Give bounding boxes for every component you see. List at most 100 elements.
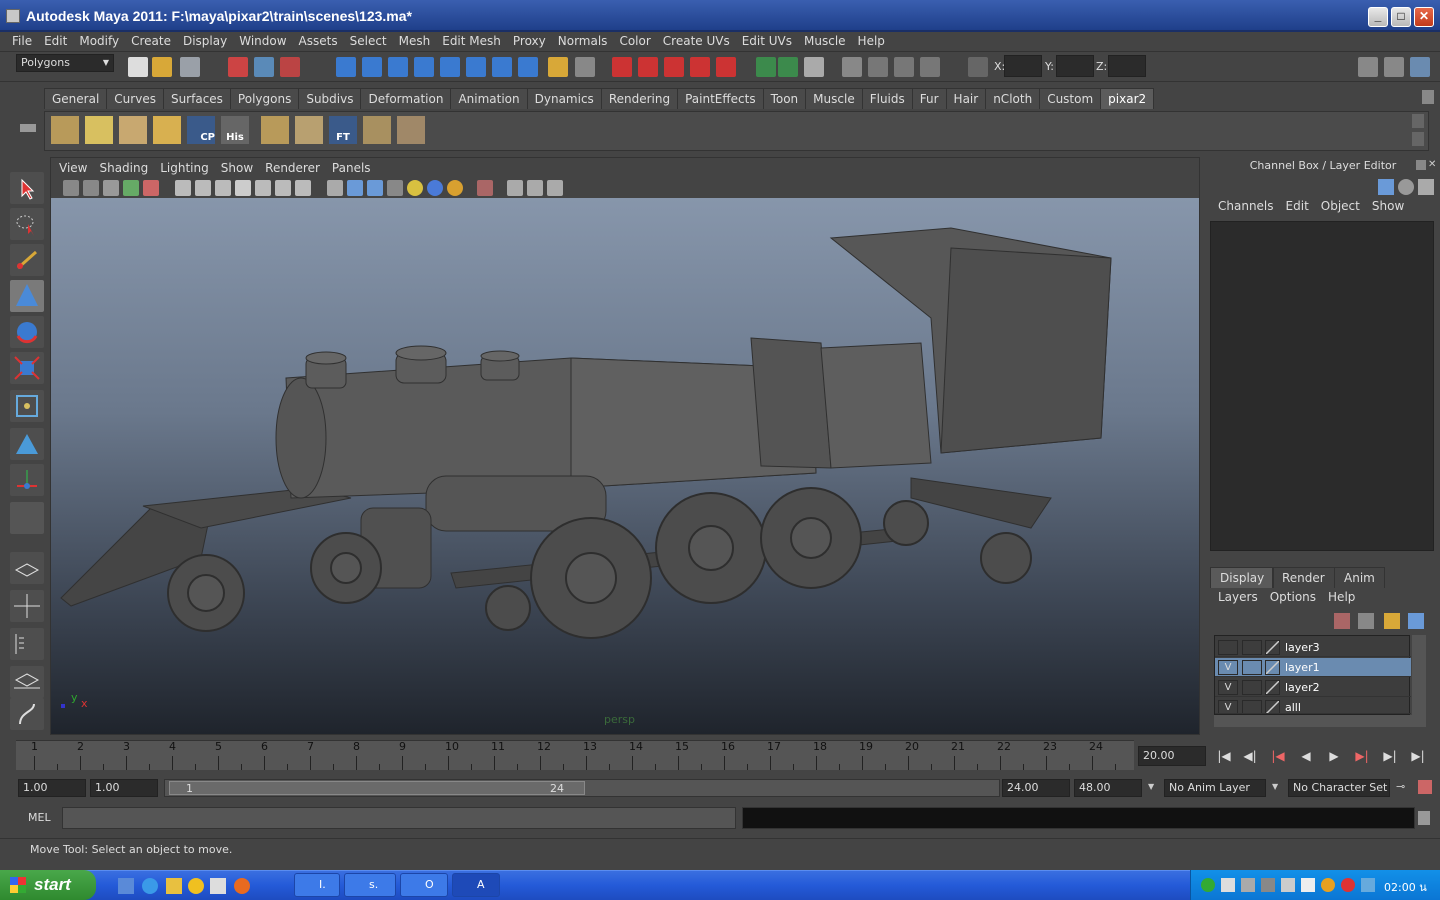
play-forwards-icon[interactable]: ▶ [1324, 749, 1344, 765]
tool-toggle-icon[interactable] [1418, 179, 1434, 195]
animation-start-field[interactable]: 1.00 [18, 779, 86, 797]
lasso-tool-icon[interactable] [10, 208, 44, 240]
3d-viewport[interactable]: y x persp [51, 198, 1199, 734]
resolution-gate-icon[interactable] [215, 180, 231, 196]
float-panel-icon[interactable] [1416, 160, 1426, 170]
menu-create-uvs[interactable]: Create UVs [657, 32, 736, 50]
freeze-transform-icon[interactable]: FT [329, 116, 357, 144]
layer-row[interactable]: V layer1 [1215, 658, 1411, 677]
input-ops-icon[interactable] [756, 57, 776, 77]
mask-curves-icon[interactable] [388, 57, 408, 77]
minimize-button[interactable]: _ [1368, 7, 1388, 27]
tray-app2-icon[interactable] [1241, 878, 1255, 892]
poly-select-icon[interactable] [119, 116, 147, 144]
layer-row[interactable]: layer3 [1215, 638, 1411, 657]
character-set-field[interactable]: No Character Set [1288, 779, 1390, 797]
poly-cube-icon[interactable] [261, 116, 289, 144]
poly-grid-icon[interactable] [85, 116, 113, 144]
x-field[interactable] [1004, 55, 1042, 77]
shelf-tab-muscle[interactable]: Muscle [805, 88, 863, 109]
layer-tab-anim[interactable]: Anim [1334, 567, 1385, 588]
shelf-tab-polygons[interactable]: Polygons [229, 88, 300, 109]
channel-list[interactable] [1210, 221, 1434, 551]
bookmark-icon[interactable] [103, 180, 119, 196]
tray-volume-icon[interactable] [1301, 878, 1315, 892]
high-quality-icon[interactable] [447, 180, 463, 196]
panel-menu-shading[interactable]: Shading [93, 158, 154, 178]
taskbar-clock[interactable]: 02:00 น [1384, 878, 1427, 896]
tool-settings-icon[interactable] [1384, 57, 1404, 77]
panel-menu-panels[interactable]: Panels [326, 158, 377, 178]
render-current-icon[interactable] [868, 57, 888, 77]
menu-normals[interactable]: Normals [552, 32, 614, 50]
field-chart-icon[interactable] [255, 180, 271, 196]
shelf-tab-painteffects[interactable]: PaintEffects [677, 88, 764, 109]
shelf-tab-animation[interactable]: Animation [450, 88, 528, 109]
layer-color-icon[interactable] [1265, 700, 1280, 713]
shelf-tab-curves[interactable]: Curves [106, 88, 164, 109]
snap-point-icon[interactable] [664, 57, 684, 77]
messenger-icon[interactable] [188, 878, 204, 894]
anim-layer-field[interactable]: No Anim Layer [1164, 779, 1266, 797]
taskbar-item-folder[interactable]: s. [344, 873, 396, 897]
shelf-tab-ncloth[interactable]: nCloth [985, 88, 1041, 109]
z-field[interactable] [1108, 55, 1146, 77]
quicklaunch-app-icon[interactable] [210, 878, 226, 894]
step-back-key-icon[interactable]: |◀ [1268, 749, 1288, 765]
backface-culling-icon[interactable] [547, 180, 563, 196]
menu-modify[interactable]: Modify [73, 32, 125, 50]
gate-mask-icon[interactable] [235, 180, 251, 196]
shelf-tab-hair[interactable]: Hair [945, 88, 987, 109]
close-button[interactable]: ✕ [1414, 7, 1434, 27]
select-object-icon[interactable] [254, 57, 274, 77]
panel-menu-view[interactable]: View [53, 158, 93, 178]
center-pivot-icon[interactable]: CP [187, 116, 215, 144]
new-scene-icon[interactable] [128, 57, 148, 77]
go-to-start-icon[interactable]: |◀ [1214, 749, 1234, 765]
anim-layer-chevron-icon[interactable]: ▼ [1148, 782, 1154, 791]
universal-manipulator-icon[interactable] [10, 390, 44, 422]
shelf-tab-surfaces[interactable]: Surfaces [162, 88, 231, 109]
shelf-tab-toon[interactable]: Toon [762, 88, 807, 109]
internet-explorer-icon[interactable] [142, 878, 158, 894]
safe-action-icon[interactable] [275, 180, 291, 196]
current-time-field[interactable]: 20.00 [1138, 746, 1206, 766]
playback-start-field[interactable]: 1.00 [90, 779, 158, 797]
poly-extrude-icon[interactable] [397, 116, 425, 144]
cb-menu-channels[interactable]: Channels [1212, 199, 1280, 213]
mask-joints-icon[interactable] [362, 57, 382, 77]
tray-app5-icon[interactable] [1321, 878, 1335, 892]
lock-selection-icon[interactable] [548, 57, 568, 77]
use-all-lights-icon[interactable] [407, 180, 423, 196]
time-slider[interactable]: 1 2 3 4 5 6 7 8 9 10 11 12 13 14 15 16 17 18 19 20 21 22 23 24 [16, 740, 1134, 770]
menu-file[interactable]: File [6, 32, 38, 50]
tray-app4-icon[interactable] [1281, 878, 1295, 892]
layer-type[interactable] [1242, 680, 1262, 695]
taskbar-item-firefox[interactable]: I. [294, 873, 340, 897]
maximize-button[interactable]: □ [1391, 7, 1411, 27]
transform-input-mode-icon[interactable] [968, 57, 988, 77]
y-field[interactable] [1056, 55, 1094, 77]
menu-edit[interactable]: Edit [38, 32, 73, 50]
shelf-tab-custom[interactable]: Custom [1039, 88, 1102, 109]
go-to-end-icon[interactable]: ▶| [1408, 749, 1428, 765]
auto-key-icon[interactable]: ⊸ [1396, 780, 1410, 794]
tray-app3-icon[interactable] [1261, 878, 1275, 892]
last-tool-slot[interactable] [10, 502, 44, 534]
layer-type[interactable] [1242, 660, 1262, 675]
cb-menu-show[interactable]: Show [1366, 199, 1410, 213]
tray-app6-icon[interactable] [1361, 878, 1375, 892]
new-anim-layer-icon[interactable] [1384, 613, 1400, 629]
menu-create[interactable]: Create [125, 32, 177, 50]
layer-type[interactable] [1242, 700, 1262, 713]
delete-history-icon[interactable]: His [221, 116, 249, 144]
new-layer-selected-icon[interactable] [1334, 613, 1350, 629]
character-set-chevron-icon[interactable]: ▼ [1272, 782, 1278, 791]
poly-lattice-icon[interactable] [153, 116, 181, 144]
poly-plane-icon[interactable] [363, 116, 391, 144]
menu-muscle[interactable]: Muscle [798, 32, 852, 50]
menu-select[interactable]: Select [344, 32, 393, 50]
layer-visibility[interactable]: V [1218, 700, 1238, 713]
step-forward-key-icon[interactable]: ▶| [1352, 749, 1372, 765]
locomotive-model[interactable] [51, 198, 1199, 734]
